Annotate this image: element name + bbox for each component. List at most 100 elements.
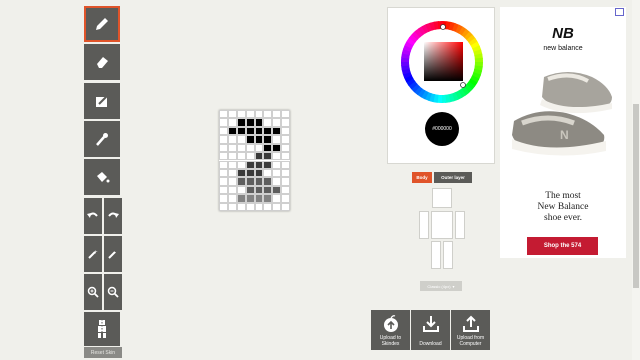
pencil-tool-button[interactable] [84,6,120,42]
skin-pixel[interactable] [272,152,282,161]
noise-tool-button[interactable] [84,83,120,119]
skin-pixel[interactable] [236,110,246,119]
skin-pixel[interactable] [272,143,282,153]
tab-outer-layer[interactable]: Outer layer [434,172,472,183]
skin-pixel[interactable] [245,185,255,195]
skin-pixel[interactable] [254,194,264,203]
skin-pixel[interactable] [245,143,255,153]
skin-pixel[interactable] [227,168,237,178]
skin-pixel[interactable] [272,110,282,119]
skin-pixel[interactable] [219,160,228,169]
skin-pixel[interactable] [254,118,264,127]
skin-pixel[interactable] [281,194,290,203]
skin-pixel[interactable] [263,160,273,169]
skin-pixel[interactable] [254,177,264,186]
skin-pixel[interactable] [236,143,246,153]
skin-pixel[interactable] [245,118,255,127]
part-head[interactable] [432,188,452,208]
skin-pixel[interactable] [236,118,246,127]
skin-pixel[interactable] [254,135,264,144]
skin-pixel[interactable] [236,135,246,144]
skin-pixel[interactable] [281,110,290,119]
skin-pixel[interactable] [263,168,273,178]
part-torso[interactable] [431,211,453,239]
skin-pixel[interactable] [227,118,237,127]
hue-handle[interactable] [440,24,446,30]
bucket-tool-button[interactable] [84,159,120,195]
skin-pixel[interactable] [236,160,246,169]
skin-pixel[interactable] [254,110,264,119]
tab-body[interactable]: Body [412,172,432,183]
shop-now-button[interactable]: Shop the 574 [527,237,598,255]
skin-pixel[interactable] [263,194,273,203]
skin-pixel[interactable] [272,168,282,178]
skin-pixel[interactable] [219,110,228,119]
skin-pixel[interactable] [245,126,255,136]
skin-pixel[interactable] [219,152,228,161]
skin-pixel[interactable] [281,152,290,161]
darken-button[interactable]: + [84,236,102,272]
skin-pixel[interactable] [227,126,237,136]
skin-pixel[interactable] [281,177,290,186]
skin-pixel[interactable] [245,135,255,144]
skin-pixel[interactable] [263,177,273,186]
skin-pixel[interactable] [245,168,255,178]
skin-pixel[interactable] [281,126,290,136]
skin-pixel[interactable] [254,168,264,178]
shade-handle[interactable] [460,82,466,88]
skin-pixel[interactable] [272,194,282,203]
skin-pixel[interactable] [219,118,228,127]
skin-pixel[interactable] [263,152,273,161]
part-right-leg[interactable] [431,241,441,269]
skin-pixel[interactable] [281,143,290,153]
advertisement[interactable]: NB new balance N The most New Balance sh… [500,7,626,258]
skin-pixel[interactable] [263,118,273,127]
skin-pixel[interactable] [227,135,237,144]
skin-pixel[interactable] [219,194,228,203]
skin-pixel[interactable] [219,177,228,186]
skin-pixel[interactable] [236,177,246,186]
lighten-button[interactable]: - [104,236,122,272]
download-button[interactable]: Download [411,310,450,350]
skin-pixel[interactable] [263,110,273,119]
skin-pixel[interactable] [219,143,228,153]
undo-button[interactable] [84,198,102,234]
skin-pixel[interactable] [281,168,290,178]
skin-pixel[interactable] [281,160,290,169]
skin-pixel[interactable] [236,168,246,178]
skin-pixel[interactable] [227,110,237,119]
skin-pixel[interactable] [263,143,273,153]
skin-pixel[interactable] [236,194,246,203]
skin-pixel[interactable] [254,126,264,136]
page-scrollbar[interactable] [632,0,640,360]
upload-to-skindex-button[interactable]: Upload to Skindex [371,310,410,350]
skin-pixel[interactable] [272,135,282,144]
adchoices-icon[interactable] [615,8,624,16]
skin-pixel[interactable] [219,168,228,178]
skin-pixel[interactable] [272,126,282,136]
skin-pixel[interactable] [281,118,290,127]
skin-pixel[interactable] [245,110,255,119]
skin-pixel[interactable] [236,185,246,195]
reset-skin-button[interactable]: Reset Skin [84,347,122,358]
mirror-toggle-button[interactable] [84,312,120,346]
skin-pixel[interactable] [254,143,264,153]
skin-pixel[interactable] [227,143,237,153]
skin-pixel[interactable] [245,202,255,211]
part-right-arm[interactable] [419,211,429,239]
skin-pixel[interactable] [219,202,228,211]
skin-pixel[interactable] [227,177,237,186]
skin-pixel[interactable] [245,194,255,203]
skin-pixel[interactable] [272,177,282,186]
upload-from-computer-button[interactable]: Upload from Computer [451,310,490,350]
skin-pixel[interactable] [254,152,264,161]
skin-canvas[interactable] [219,110,290,211]
skin-pixel[interactable] [245,152,255,161]
skin-pixel[interactable] [245,160,255,169]
skin-pixel[interactable] [227,194,237,203]
skin-pixel[interactable] [236,126,246,136]
skin-pixel[interactable] [245,177,255,186]
eraser-tool-button[interactable] [84,44,120,80]
skin-pixel[interactable] [263,135,273,144]
part-left-arm[interactable] [455,211,465,239]
